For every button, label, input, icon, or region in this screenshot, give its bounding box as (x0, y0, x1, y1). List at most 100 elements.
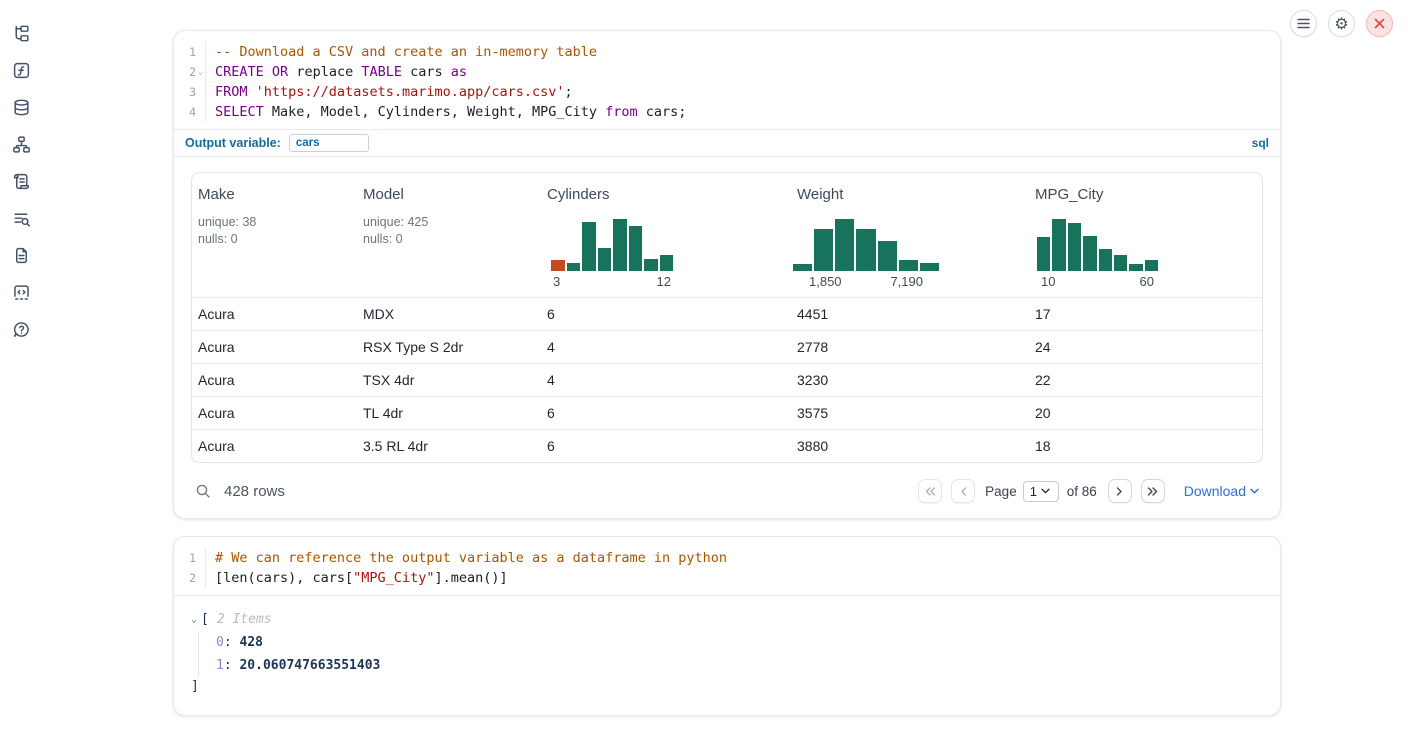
chevron-left-icon (960, 487, 967, 496)
settings-button[interactable]: ⚙ (1328, 10, 1355, 37)
column-name: MPG_City (1035, 186, 1256, 203)
histogram-bar (1114, 255, 1127, 271)
histogram-bar (1052, 219, 1065, 271)
chevron-down-icon: ⌄ (191, 614, 201, 625)
page-count-label: of 86 (1067, 484, 1097, 499)
sidebar-file-tree-button[interactable] (11, 23, 31, 43)
page-select[interactable]: 1 (1023, 481, 1059, 502)
output-variable-row: Output variable: sql (174, 129, 1280, 156)
document-icon (12, 246, 31, 265)
code-line: 1-- Download a CSV and create an in-memo… (174, 42, 1280, 62)
histogram-bar (856, 229, 875, 271)
help-chat-icon (12, 320, 31, 339)
search-icon[interactable] (195, 483, 212, 500)
top-right-controls: ⚙ (1290, 10, 1393, 37)
sql-output-area: Make unique: 38 nulls: 0 Model unique: 4… (174, 156, 1280, 518)
data-table: Make unique: 38 nulls: 0 Model unique: 4… (191, 172, 1263, 463)
sidebar-functions-button[interactable] (11, 60, 31, 80)
python-output-tree: ⌄ [ 2 Items 0: 428 1: 20.060747663551403… (174, 595, 1280, 715)
histogram-bar (644, 259, 658, 271)
histogram-bar (598, 248, 612, 271)
table-row[interactable]: AcuraRSX Type S 2dr4277824 (192, 330, 1262, 363)
histogram-bar (814, 229, 833, 271)
sidebar-snippets-button[interactable] (11, 282, 31, 302)
chevrons-left-icon (925, 487, 936, 496)
column-stats: unique: 425 nulls: 0 (363, 214, 535, 248)
sql-code-editor[interactable]: 1-- Download a CSV and create an in-memo… (174, 31, 1280, 129)
code-line: 1# We can reference the output variable … (174, 548, 1280, 568)
row-count: 428 rows (224, 483, 285, 500)
histogram-bar (1145, 260, 1158, 271)
histogram-bar (1068, 223, 1081, 271)
code-line: 2⌄CREATE OR replace TABLE cars as (174, 62, 1280, 82)
column-header-model[interactable]: Model unique: 425 nulls: 0 (357, 173, 541, 297)
file-tree-icon (12, 24, 31, 43)
histogram-bar (582, 222, 596, 271)
sidebar-tracebacks-button[interactable] (11, 208, 31, 228)
tree-entry: 0: 428 (216, 631, 1263, 654)
table-row[interactable]: AcuraMDX6445117 (192, 297, 1262, 330)
hist-min-label: 3 (553, 274, 560, 289)
table-row[interactable]: AcuraTL 4dr6357520 (192, 396, 1262, 429)
last-page-button[interactable] (1141, 479, 1165, 503)
table-row[interactable]: AcuraTSX 4dr4323022 (192, 363, 1262, 396)
sidebar-dependencies-button[interactable] (11, 134, 31, 154)
left-sidebar (0, 0, 42, 729)
download-label: Download (1184, 483, 1246, 499)
tree-root-row[interactable]: ⌄ [ 2 Items (191, 612, 1263, 627)
column-header-make[interactable]: Make unique: 38 nulls: 0 (192, 173, 357, 297)
column-header-weight[interactable]: Weight 1,850 7,190 (791, 173, 1029, 297)
close-button[interactable] (1366, 10, 1393, 37)
chevron-right-icon (1116, 487, 1123, 496)
cylinders-histogram: 3 12 (551, 219, 673, 289)
scroll-icon (12, 172, 31, 191)
column-header-cylinders[interactable]: Cylinders 3 12 (541, 173, 791, 297)
snippets-icon (12, 283, 31, 302)
gear-icon: ⚙ (1334, 16, 1348, 32)
weight-histogram: 1,850 7,190 (793, 219, 939, 289)
dependency-graph-icon (12, 135, 31, 154)
hist-max-label: 60 (1140, 274, 1154, 289)
download-button[interactable]: Download (1184, 483, 1259, 499)
list-search-icon (12, 209, 31, 228)
output-variable-input[interactable] (289, 134, 369, 152)
table-footer: 428 rows Page 1 (191, 471, 1263, 511)
python-cell: 1# We can reference the output variable … (173, 536, 1281, 716)
tree-entry: 1: 20.060747663551403 (216, 654, 1263, 677)
histogram-bar (567, 263, 581, 271)
code-line: 3FROM 'https://datasets.marimo.app/cars.… (174, 82, 1280, 102)
function-square-icon (12, 61, 31, 80)
histogram-bar (1037, 237, 1050, 271)
sidebar-help-button[interactable] (11, 319, 31, 339)
chevrons-right-icon (1147, 487, 1158, 496)
sidebar-documentation-button[interactable] (11, 245, 31, 265)
database-icon (12, 98, 31, 117)
first-page-button[interactable] (918, 479, 942, 503)
column-name: Make (198, 186, 351, 203)
hist-min-label: 10 (1041, 274, 1055, 289)
previous-page-button[interactable] (951, 479, 975, 503)
table-row[interactable]: Acura3.5 RL 4dr6388018 (192, 429, 1262, 462)
sidebar-datasources-button[interactable] (11, 97, 31, 117)
column-name: Weight (797, 186, 1023, 203)
histogram-bar (660, 255, 674, 271)
page-select-value: 1 (1030, 484, 1037, 499)
column-stats: unique: 38 nulls: 0 (198, 214, 351, 248)
column-header-mpg-city[interactable]: MPG_City 10 60 (1029, 173, 1262, 297)
fold-chevron-icon[interactable]: ⌄ (196, 62, 205, 82)
code-line: 4SELECT Make, Model, Cylinders, Weight, … (174, 102, 1280, 122)
histogram-bar (899, 260, 918, 271)
histogram-bar (1129, 264, 1142, 271)
histogram-bar (629, 226, 643, 271)
python-code-editor[interactable]: 1# We can reference the output variable … (174, 537, 1280, 595)
histogram-bar (1099, 249, 1112, 271)
table-body: AcuraMDX6445117AcuraRSX Type S 2dr427782… (192, 297, 1262, 462)
menu-button[interactable] (1290, 10, 1317, 37)
sidebar-logs-button[interactable] (11, 171, 31, 191)
notebook-area: 1-- Download a CSV and create an in-memo… (173, 0, 1281, 716)
hist-max-label: 7,190 (890, 274, 923, 289)
histogram-bar (878, 241, 897, 271)
histogram-bar (1083, 236, 1096, 271)
items-count-label: 2 Items (217, 612, 272, 627)
next-page-button[interactable] (1108, 479, 1132, 503)
